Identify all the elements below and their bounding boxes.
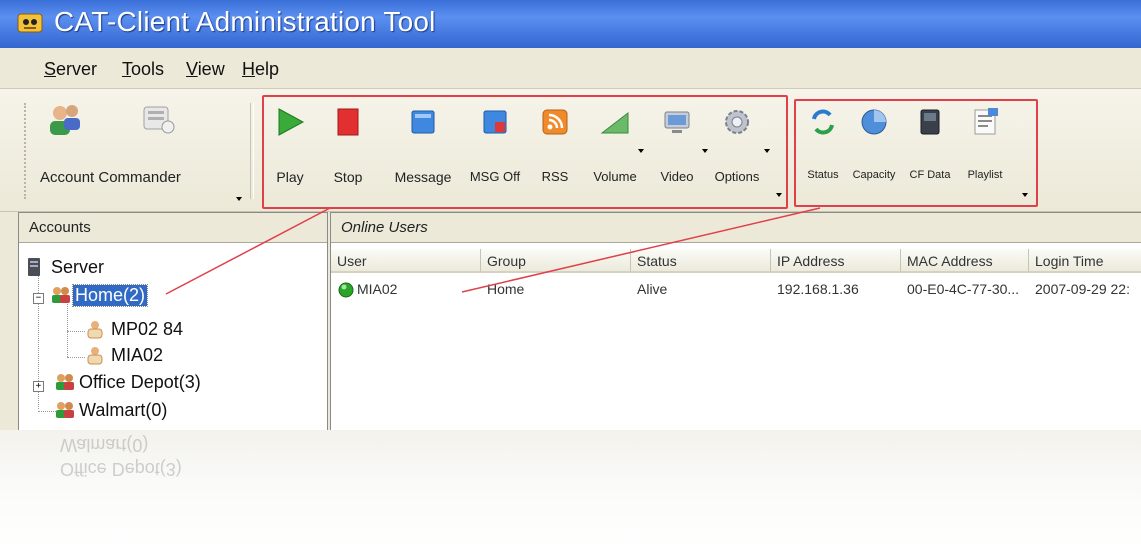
- group-users-icon: [56, 402, 74, 418]
- menu-server[interactable]: Server: [44, 59, 97, 80]
- column-header-login-time[interactable]: Login Time: [1029, 249, 1141, 273]
- accounts-pane: Accounts Server − Home(2) MP02 84 MIA02: [18, 212, 328, 430]
- commander-label: Commander: [98, 169, 181, 186]
- online-users-header: Online Users: [331, 213, 1141, 243]
- commander-dropdown-arrow[interactable]: [236, 197, 242, 201]
- main-toolbar: Account Commander Play Stop Message MSG …: [0, 89, 1141, 212]
- server-label: Server: [51, 257, 105, 277]
- tree-line: [67, 357, 85, 358]
- account-label: Account: [40, 169, 95, 186]
- cell-status: Alive: [637, 281, 668, 297]
- tree-collapse-home[interactable]: −: [33, 293, 44, 304]
- account-commander-button[interactable]: Account Commander: [34, 89, 242, 211]
- home-group-label: Home(2): [71, 284, 149, 307]
- toolbar-separator: [250, 103, 254, 199]
- cell-login-time: 2007-09-29 22:: [1035, 281, 1130, 297]
- menu-bar: Server Tools View Help: [0, 48, 1141, 89]
- column-header-group[interactable]: Group: [481, 249, 631, 273]
- tree-line: [67, 299, 68, 357]
- menu-tools[interactable]: Tools: [122, 59, 164, 80]
- cell-mac-address: 00-E0-4C-77-30...: [907, 281, 1020, 297]
- tree-line: [67, 331, 85, 332]
- highlight-box-playback-controls: [262, 95, 788, 209]
- highlight-box-status-controls: [794, 99, 1038, 207]
- column-header-mac-address[interactable]: MAC Address: [901, 249, 1029, 273]
- cell-ip-address: 192.168.1.36: [777, 281, 859, 297]
- menu-view[interactable]: View: [186, 59, 225, 80]
- office-depot-label: Office Depot(3): [79, 372, 201, 392]
- app-logo-icon: [17, 13, 43, 33]
- cell-group: Home: [487, 281, 525, 297]
- commander-icon: [143, 106, 175, 134]
- accounts-header: Accounts: [19, 213, 327, 243]
- title-bar: CAT-Client Administration Tool: [0, 0, 1141, 48]
- column-header-user[interactable]: User: [331, 249, 481, 273]
- account-users-icon: [50, 105, 80, 135]
- mp02-label: MP02 84: [111, 319, 184, 339]
- reflection-office-depot: Office Depot(3): [60, 459, 182, 479]
- walmart-label: Walmart(0): [79, 400, 168, 420]
- menu-help[interactable]: Help: [242, 59, 279, 80]
- column-header-status[interactable]: Status: [631, 249, 771, 273]
- group-users-icon: [56, 374, 74, 390]
- reflection-walmart: Walmart(0): [60, 435, 149, 455]
- online-users-pane: Online Users User Group Status IP Addres…: [330, 212, 1141, 430]
- cell-user: MIA02: [357, 281, 398, 297]
- app-window: CAT-Client Administration Tool Server To…: [0, 0, 1141, 430]
- tree-expand-office-depot[interactable]: +: [33, 381, 44, 392]
- group-users-icon: [52, 287, 70, 303]
- mia02-label: MIA02: [111, 345, 164, 365]
- window-reflection: Walmart(0) Office Depot(3): [0, 430, 1141, 548]
- client-device-icon: [87, 321, 103, 339]
- column-header-ip-address[interactable]: IP Address: [771, 249, 901, 273]
- window-title: CAT-Client Administration Tool: [54, 6, 436, 37]
- table-row[interactable]: MIA02 Home Alive 192.168.1.36 00-E0-4C-7…: [331, 277, 1141, 301]
- server-icon: [28, 258, 40, 276]
- client-device-icon: [87, 347, 103, 365]
- toolbar-grip[interactable]: [24, 103, 30, 199]
